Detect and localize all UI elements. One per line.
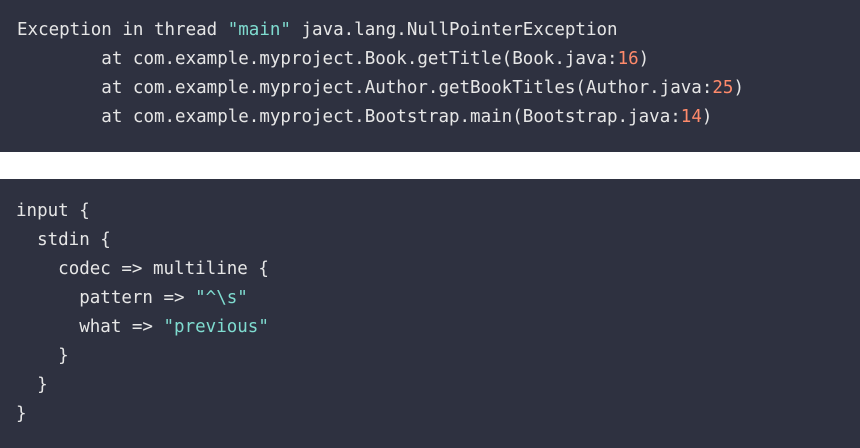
- code-token: Exception in thread: [17, 20, 228, 40]
- line-number-token: 16: [617, 49, 639, 69]
- code-token: ): [733, 78, 745, 98]
- code-token: }: [37, 375, 48, 395]
- code-token: codec => multiline {: [58, 259, 269, 279]
- config-line: pattern => "^\s": [16, 284, 860, 313]
- code-token: input {: [16, 201, 90, 221]
- code-token: pattern =>: [79, 288, 196, 308]
- config-line: codec => multiline {: [16, 255, 860, 284]
- line-number-token: 25: [712, 78, 734, 98]
- code-token: }: [16, 404, 27, 424]
- config-line: input {: [16, 197, 860, 226]
- logstash-config-code-block: input { stdin { codec => multiline { pat…: [0, 179, 860, 448]
- stack-trace-line: at com.example.myproject.Author.getBookT…: [17, 74, 860, 103]
- config-line: what => "previous": [16, 313, 860, 342]
- string-token: "previous": [163, 317, 269, 337]
- line-number-token: 14: [680, 107, 702, 127]
- code-token: }: [58, 346, 69, 366]
- code-token: at com.example.myproject.Book.getTitle(B…: [101, 49, 618, 69]
- config-line: }: [16, 400, 860, 429]
- string-token: "main": [227, 20, 291, 40]
- config-line: }: [16, 342, 860, 371]
- stack-trace-code-block: Exception in thread "main" java.lang.Nul…: [0, 0, 860, 152]
- code-token: java.lang.NullPointerException: [290, 20, 618, 40]
- code-token: at com.example.myproject.Author.getBookT…: [101, 78, 713, 98]
- code-token: ): [638, 49, 650, 69]
- stack-trace-line: at com.example.myproject.Book.getTitle(B…: [17, 45, 860, 74]
- page: Exception in thread "main" java.lang.Nul…: [0, 0, 860, 448]
- stack-trace-line: at com.example.myproject.Bootstrap.main(…: [17, 103, 860, 132]
- code-token: at com.example.myproject.Bootstrap.main(…: [101, 107, 681, 127]
- config-line: stdin {: [16, 226, 860, 255]
- code-token: stdin {: [37, 230, 111, 250]
- config-line: }: [16, 371, 860, 400]
- code-token: ): [701, 107, 713, 127]
- string-token: "^\s": [195, 288, 248, 308]
- code-token: what =>: [79, 317, 164, 337]
- stack-trace-line: Exception in thread "main" java.lang.Nul…: [17, 16, 860, 45]
